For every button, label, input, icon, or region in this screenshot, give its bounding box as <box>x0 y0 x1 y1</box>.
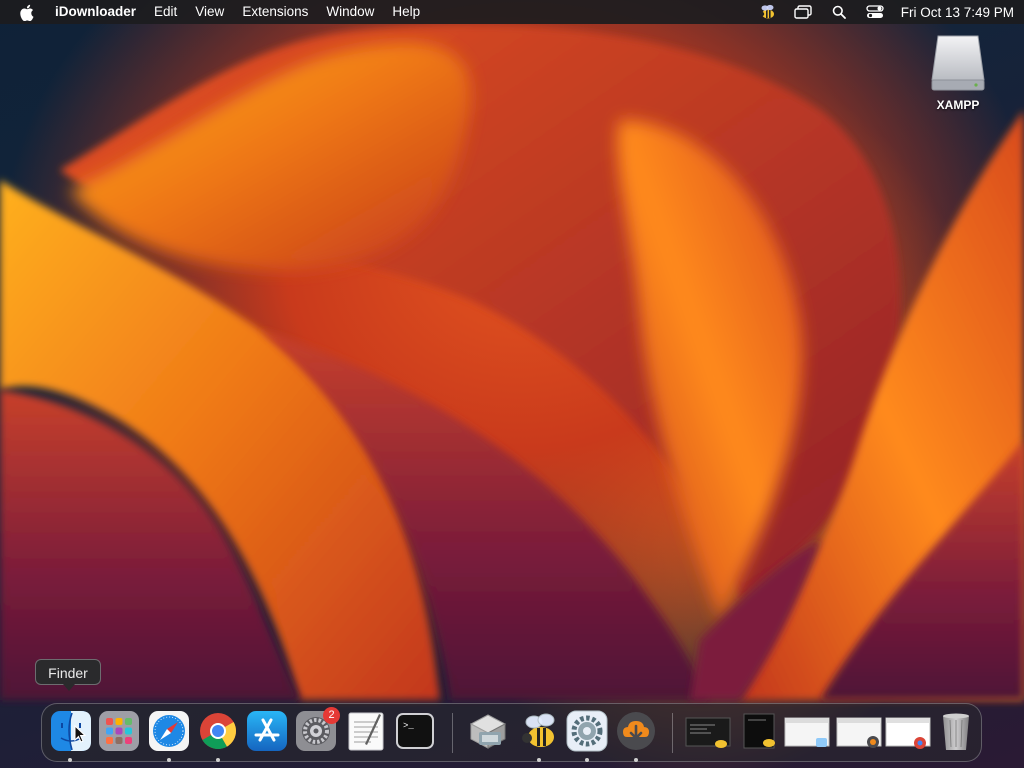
dock-chrome[interactable] <box>197 710 239 752</box>
desktop-wallpaper <box>0 0 1024 768</box>
dock-launchpad[interactable] <box>98 710 140 752</box>
notification-badge: 2 <box>323 707 340 724</box>
menu-view[interactable]: View <box>186 0 233 24</box>
dock-minimized-window[interactable] <box>783 710 830 752</box>
dock-minimized-window[interactable] <box>884 710 931 752</box>
finder-window-thumbnail-icon <box>784 717 830 747</box>
download-cloud-icon <box>617 712 655 750</box>
dock-tooltip: Finder <box>35 659 101 691</box>
terminal-icon: >_ <box>396 713 434 749</box>
menu-app-name[interactable]: iDownloader <box>46 0 145 24</box>
menu-extensions[interactable]: Extensions <box>233 0 317 24</box>
running-indicator <box>167 758 171 762</box>
dock-bee-app[interactable] <box>518 710 560 752</box>
bee-app-icon[interactable] <box>757 3 777 21</box>
dock: >_ <box>41 703 982 762</box>
dock-terminal[interactable]: >_ <box>394 710 436 752</box>
dock-separator <box>452 713 453 753</box>
dark-window-thumbnail-icon <box>743 713 775 749</box>
textedit-icon <box>348 712 384 751</box>
downloader-window-thumbnail-icon <box>836 717 882 748</box>
menu-help[interactable]: Help <box>383 0 429 24</box>
menu-edit[interactable]: Edit <box>145 0 186 24</box>
bee-icon <box>522 713 555 747</box>
terminal-window-thumbnail-icon <box>685 717 731 748</box>
desktop-drive-label: XAMPP <box>936 98 980 112</box>
running-indicator <box>585 758 589 762</box>
apple-logo-icon[interactable] <box>16 2 36 22</box>
installer-icon <box>469 714 507 749</box>
gear-app-icon <box>566 710 608 752</box>
desktop-drive-xampp[interactable]: XAMPP <box>922 34 994 112</box>
launchpad-icon <box>99 711 139 751</box>
running-indicator <box>634 758 638 762</box>
dock-minimized-window[interactable] <box>738 710 780 752</box>
running-indicator <box>537 758 541 762</box>
spotlight-search-icon[interactable] <box>829 3 849 21</box>
dock-separator <box>672 713 673 753</box>
dock-trash[interactable] <box>935 710 977 752</box>
menu-clock[interactable]: Fri Oct 13 7:49 PM <box>901 5 1014 20</box>
dock-gear-app[interactable] <box>566 710 608 752</box>
external-drive-icon[interactable] <box>930 34 986 92</box>
control-center-icon[interactable] <box>865 3 885 21</box>
dock-minimized-window[interactable] <box>835 710 882 752</box>
app-store-icon <box>247 711 287 751</box>
dock-safari[interactable] <box>148 710 190 752</box>
dock-textedit[interactable] <box>345 710 387 752</box>
menu-window[interactable]: Window <box>317 0 383 24</box>
menu-bar: iDownloader Edit View Extensions Window … <box>0 0 1024 24</box>
running-indicator <box>68 758 72 762</box>
screen-mirroring-icon[interactable] <box>793 3 813 21</box>
running-indicator <box>216 758 220 762</box>
dock-installer[interactable] <box>467 710 509 752</box>
svg-text:>_: >_ <box>403 721 414 731</box>
safari-icon <box>149 711 189 751</box>
chrome-icon <box>200 713 237 750</box>
dock-app-store[interactable] <box>246 710 288 752</box>
dock-minimized-window[interactable] <box>685 710 731 752</box>
dock-idownloader[interactable] <box>615 710 657 752</box>
mouse-cursor-icon <box>74 725 86 743</box>
chrome-window-thumbnail-icon <box>885 717 931 749</box>
trash-icon <box>943 713 969 750</box>
